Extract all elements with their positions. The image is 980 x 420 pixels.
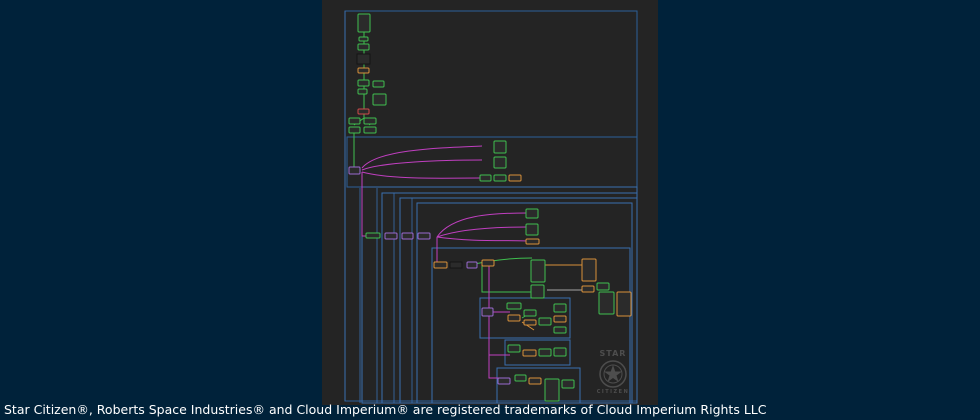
graph-node[interactable] xyxy=(538,317,552,326)
root-group-frame xyxy=(344,10,638,402)
graph-node[interactable] xyxy=(357,108,370,115)
graph-node[interactable] xyxy=(514,374,527,382)
logo-line-2: CITIZEN xyxy=(596,389,630,395)
graph-node[interactable] xyxy=(357,13,371,33)
graph-node[interactable] xyxy=(348,166,361,175)
graph-node[interactable] xyxy=(365,232,381,239)
star-citizen-logo: STAR CITIZEN xyxy=(589,349,637,401)
graph-node[interactable] xyxy=(507,314,521,322)
graph-node[interactable] xyxy=(538,348,552,357)
graph-node[interactable] xyxy=(363,126,377,134)
node-graph-canvas[interactable] xyxy=(322,0,658,405)
graph-node[interactable] xyxy=(553,326,567,334)
star-emblem-icon xyxy=(599,360,627,388)
graph-node[interactable] xyxy=(449,261,463,269)
graph-node[interactable] xyxy=(530,284,545,299)
graph-node[interactable] xyxy=(357,79,370,87)
graph-node[interactable] xyxy=(357,67,370,74)
graph-node[interactable] xyxy=(497,377,511,385)
graph-node[interactable] xyxy=(493,140,507,154)
graph-node[interactable] xyxy=(525,208,539,219)
graph-node[interactable] xyxy=(481,259,495,267)
graph-node[interactable] xyxy=(522,349,537,357)
graph-node[interactable] xyxy=(357,88,368,95)
graph-node[interactable] xyxy=(553,315,567,323)
node-graph xyxy=(344,10,638,404)
graph-node[interactable] xyxy=(508,174,522,182)
graph-node[interactable] xyxy=(358,36,369,42)
graph-node[interactable] xyxy=(401,232,414,240)
graph-node[interactable] xyxy=(553,347,567,357)
graph-node[interactable] xyxy=(581,285,595,293)
graph-node[interactable] xyxy=(561,379,575,389)
graph-node[interactable] xyxy=(596,282,610,291)
graph-node[interactable] xyxy=(372,80,385,88)
graph-node[interactable] xyxy=(356,53,371,65)
graph-node[interactable] xyxy=(348,126,361,134)
graph-node[interactable] xyxy=(525,238,540,245)
graph-node[interactable] xyxy=(523,309,537,317)
graph-node[interactable] xyxy=(616,291,632,317)
logo-line-1: STAR xyxy=(599,349,627,358)
graph-node[interactable] xyxy=(530,259,546,283)
graph-node[interactable] xyxy=(493,156,507,169)
graph-node[interactable] xyxy=(372,93,387,106)
graph-node[interactable] xyxy=(357,43,370,51)
graph-node[interactable] xyxy=(348,117,361,125)
group-frame-1 xyxy=(346,136,638,188)
graph-node[interactable] xyxy=(384,232,398,240)
graph-node[interactable] xyxy=(544,378,560,402)
graph-node[interactable] xyxy=(479,174,492,182)
graph-node[interactable] xyxy=(523,319,537,326)
graph-node[interactable] xyxy=(553,303,567,313)
graph-node[interactable] xyxy=(598,291,615,315)
graph-node[interactable] xyxy=(525,223,539,236)
graph-node[interactable] xyxy=(528,377,542,385)
graph-node[interactable] xyxy=(481,307,494,317)
graph-node[interactable] xyxy=(363,117,377,125)
graph-node[interactable] xyxy=(507,344,521,353)
graph-node[interactable] xyxy=(506,302,522,310)
graph-node[interactable] xyxy=(417,232,431,240)
trademark-notice: Star Citizen®, Roberts Space Industries®… xyxy=(4,402,767,417)
graph-node[interactable] xyxy=(581,258,597,282)
graph-node[interactable] xyxy=(493,174,507,182)
graph-node[interactable] xyxy=(433,261,448,269)
graph-node[interactable] xyxy=(466,261,478,269)
